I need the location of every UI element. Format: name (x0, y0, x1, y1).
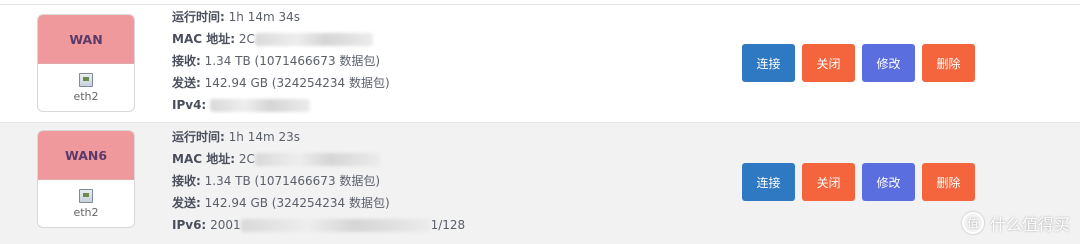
interface-row-wan6: WAN6 eth2 运行时间: 1h 14m 23s MAC 地址: 2C 接收… (0, 122, 1080, 244)
redacted-ip (240, 219, 431, 232)
uptime-value: 1h 14m 34s (228, 10, 300, 24)
watermark-text: 什么值得买 (989, 215, 1070, 234)
ip-suffix: 1/128 (430, 218, 466, 232)
ip-label: IPv4: (172, 98, 207, 112)
delete-button[interactable]: 删除 (922, 44, 975, 82)
uptime-line: 运行时间: 1h 14m 23s (172, 126, 532, 148)
rx-line: 接收: 1.34 TB (1071466673 数据包) (172, 170, 532, 192)
mac-line: MAC 地址: 2C (172, 148, 532, 170)
close-button[interactable]: 关闭 (802, 44, 855, 82)
delete-button[interactable]: 删除 (922, 163, 975, 201)
interface-name: WAN (38, 15, 134, 64)
mac-line: MAC 地址: 2C (172, 28, 532, 50)
interface-name: WAN6 (38, 131, 134, 180)
rx-value: 1.34 TB (1071466673 数据包) (204, 174, 381, 188)
tx-label: 发送: (172, 196, 201, 210)
device-name: eth2 (73, 90, 99, 103)
device-name: eth2 (73, 206, 99, 219)
uptime-line: 运行时间: 1h 14m 34s (172, 6, 532, 28)
tx-value: 142.94 GB (324254234 数据包) (204, 76, 390, 90)
network-port-icon (79, 73, 93, 87)
rx-label: 接收: (172, 174, 201, 188)
interface-badge: WAN eth2 (37, 14, 135, 112)
edit-button[interactable]: 修改 (862, 44, 915, 82)
uptime-label: 运行时间: (172, 130, 225, 144)
tx-value: 142.94 GB (324254234 数据包) (204, 196, 390, 210)
uptime-value: 1h 14m 23s (228, 130, 300, 144)
interface-info: 运行时间: 1h 14m 34s MAC 地址: 2C 接收: 1.34 TB … (172, 6, 532, 116)
watermark: 值 什么值得买 (961, 211, 1070, 235)
ip-label: IPv6: (172, 218, 207, 232)
close-button[interactable]: 关闭 (802, 163, 855, 201)
uptime-label: 运行时间: (172, 10, 225, 24)
mac-value: 2C (238, 152, 255, 166)
smzdm-logo-icon: 值 (961, 212, 984, 234)
tx-label: 发送: (172, 76, 201, 90)
redacted-mac (254, 33, 373, 46)
interface-badge: WAN6 eth2 (37, 130, 135, 228)
ip-line: IPv6: 2001 1/128 (172, 214, 532, 236)
connect-button[interactable]: 连接 (742, 44, 795, 82)
ip-prefix: 2001 (210, 218, 241, 232)
ip-line: IPv4: (172, 94, 532, 116)
redacted-mac (254, 153, 380, 166)
tx-line: 发送: 142.94 GB (324254234 数据包) (172, 72, 532, 94)
redacted-ip (210, 99, 311, 112)
rx-value: 1.34 TB (1071466673 数据包) (204, 54, 381, 68)
tx-line: 发送: 142.94 GB (324254234 数据包) (172, 192, 532, 214)
network-port-icon (79, 189, 93, 203)
mac-label: MAC 地址: (172, 152, 236, 166)
connect-button[interactable]: 连接 (742, 163, 795, 201)
interface-row-wan: WAN eth2 运行时间: 1h 14m 34s MAC 地址: 2C 接收:… (0, 5, 1080, 122)
mac-value: 2C (238, 32, 255, 46)
interface-info: 运行时间: 1h 14m 23s MAC 地址: 2C 接收: 1.34 TB … (172, 126, 532, 236)
rx-label: 接收: (172, 54, 201, 68)
rx-line: 接收: 1.34 TB (1071466673 数据包) (172, 50, 532, 72)
mac-label: MAC 地址: (172, 32, 236, 46)
edit-button[interactable]: 修改 (862, 163, 915, 201)
